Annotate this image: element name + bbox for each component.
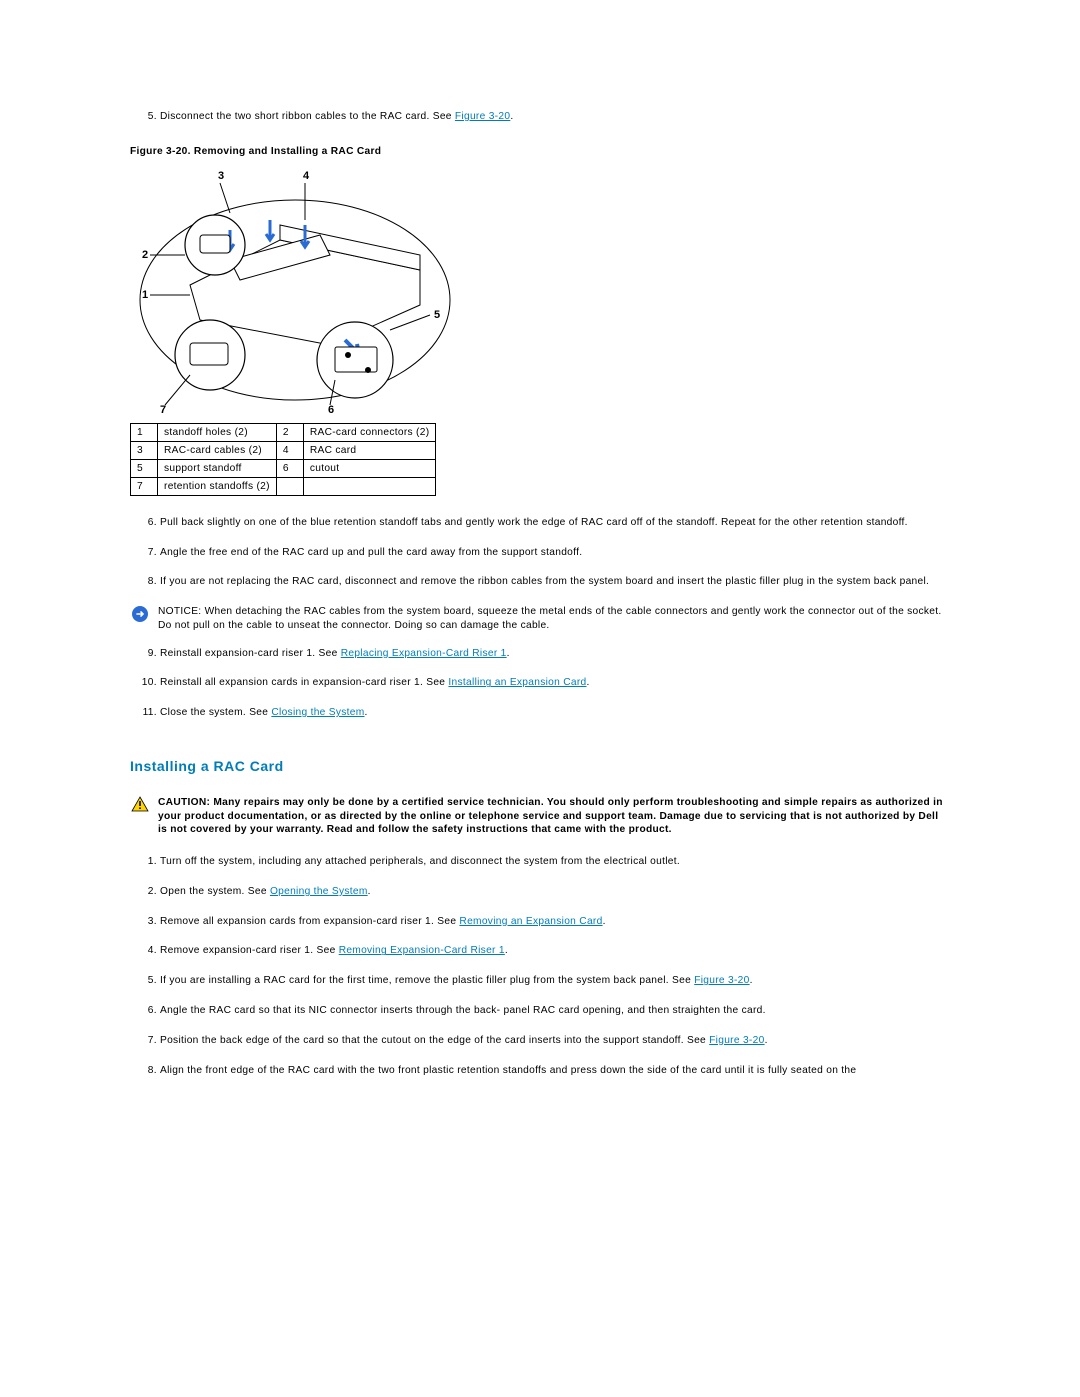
key-7-label: retention standoffs (2): [158, 477, 277, 495]
step-5: Disconnect the two short ribbon cables t…: [160, 110, 950, 124]
removing-expansion-card-link[interactable]: Removing an Expansion Card: [459, 916, 602, 927]
step-7: Angle the free end of the RAC card up an…: [160, 546, 950, 560]
install-step-3: Remove all expansion cards from expansio…: [160, 915, 950, 929]
install-step-4-pre: Remove expansion-card riser 1. See: [160, 945, 339, 956]
figure-caption: Figure 3-20. Removing and Installing a R…: [130, 146, 950, 157]
install-step-4: Remove expansion-card riser 1. See Remov…: [160, 944, 950, 958]
notice-label: NOTICE:: [158, 606, 201, 617]
figure-key-table: 1 standoff holes (2) 2 RAC-card connecto…: [130, 423, 436, 496]
install-step-4-post: .: [505, 945, 508, 956]
replacing-riser-link[interactable]: Replacing Expansion-Card Riser 1: [341, 648, 507, 659]
install-step-3-pre: Remove all expansion cards from expansio…: [160, 916, 459, 927]
install-step-2: Open the system. See Opening the System.: [160, 885, 950, 899]
install-step-5-post: .: [750, 975, 753, 986]
caution-label: CAUTION:: [158, 797, 210, 808]
closing-system-link[interactable]: Closing the System: [271, 707, 364, 718]
install-step-5-pre: If you are installing a RAC card for the…: [160, 975, 694, 986]
figure-3-20-link[interactable]: Figure 3-20: [455, 111, 510, 122]
notice-block: NOTICE: When detaching the RAC cables fr…: [130, 605, 950, 633]
install-step-7: Position the back edge of the card so th…: [160, 1034, 950, 1048]
figure-3-20-link-b[interactable]: Figure 3-20: [694, 975, 749, 986]
step-11-post: .: [365, 707, 368, 718]
step-5-after: .: [510, 111, 513, 122]
key-4-num: 4: [276, 441, 303, 459]
key-2-label: RAC-card connectors (2): [303, 423, 436, 441]
install-step-2-pre: Open the system. See: [160, 886, 270, 897]
install-step-7-pre: Position the back edge of the card so th…: [160, 1035, 709, 1046]
step-9: Reinstall expansion-card riser 1. See Re…: [160, 647, 950, 661]
svg-text:3: 3: [218, 170, 224, 182]
key-blank-label: [303, 477, 436, 495]
caution-text: Many repairs may only be done by a certi…: [158, 797, 943, 836]
notice-icon: [130, 605, 150, 623]
notice-text: When detaching the RAC cables from the s…: [158, 606, 942, 631]
svg-text:4: 4: [303, 170, 310, 182]
step-8: If you are not replacing the RAC card, d…: [160, 575, 950, 589]
step-11-pre: Close the system. See: [160, 707, 271, 718]
removing-riser-link[interactable]: Removing Expansion-Card Riser 1: [339, 945, 505, 956]
opening-system-link[interactable]: Opening the System: [270, 886, 368, 897]
key-7-num: 7: [131, 477, 158, 495]
install-step-3-post: .: [603, 916, 606, 927]
key-3-num: 3: [131, 441, 158, 459]
svg-text:5: 5: [434, 309, 440, 321]
step-11: Close the system. See Closing the System…: [160, 706, 950, 720]
install-step-5: If you are installing a RAC card for the…: [160, 974, 950, 988]
install-step-1: Turn off the system, including any attac…: [160, 855, 950, 869]
key-1-label: standoff holes (2): [158, 423, 277, 441]
step-9-pre: Reinstall expansion-card riser 1. See: [160, 648, 341, 659]
caution-block: CAUTION: Many repairs may only be done b…: [130, 796, 950, 837]
install-step-2-post: .: [368, 886, 371, 897]
svg-text:2: 2: [142, 249, 148, 261]
svg-text:1: 1: [142, 289, 148, 301]
key-3-label: RAC-card cables (2): [158, 441, 277, 459]
install-step-7-post: .: [765, 1035, 768, 1046]
step-6: Pull back slightly on one of the blue re…: [160, 516, 950, 530]
installing-expansion-card-link[interactable]: Installing an Expansion Card: [448, 677, 586, 688]
section-heading-installing-rac: Installing a RAC Card: [130, 758, 950, 774]
diagram-svg: 1 2 3 4 5 6 7: [130, 165, 460, 415]
step-10-pre: Reinstall all expansion cards in expansi…: [160, 677, 448, 688]
key-blank-num: [276, 477, 303, 495]
key-6-num: 6: [276, 459, 303, 477]
svg-text:7: 7: [160, 404, 166, 415]
install-step-6: Angle the RAC card so that its NIC conne…: [160, 1004, 950, 1018]
step-10-post: .: [587, 677, 590, 688]
step-10: Reinstall all expansion cards in expansi…: [160, 676, 950, 690]
svg-text:6: 6: [328, 404, 334, 415]
key-4-label: RAC card: [303, 441, 436, 459]
step-9-post: .: [507, 648, 510, 659]
key-5-label: support standoff: [158, 459, 277, 477]
key-2-num: 2: [276, 423, 303, 441]
figure-diagram: 1 2 3 4 5 6 7: [130, 165, 950, 415]
key-5-num: 5: [131, 459, 158, 477]
step-5-text: Disconnect the two short ribbon cables t…: [160, 111, 455, 122]
figure-3-20-link-c[interactable]: Figure 3-20: [709, 1035, 764, 1046]
install-step-8: Align the front edge of the RAC card wit…: [160, 1064, 950, 1078]
key-1-num: 1: [131, 423, 158, 441]
caution-icon: [130, 796, 150, 812]
key-6-label: cutout: [303, 459, 436, 477]
